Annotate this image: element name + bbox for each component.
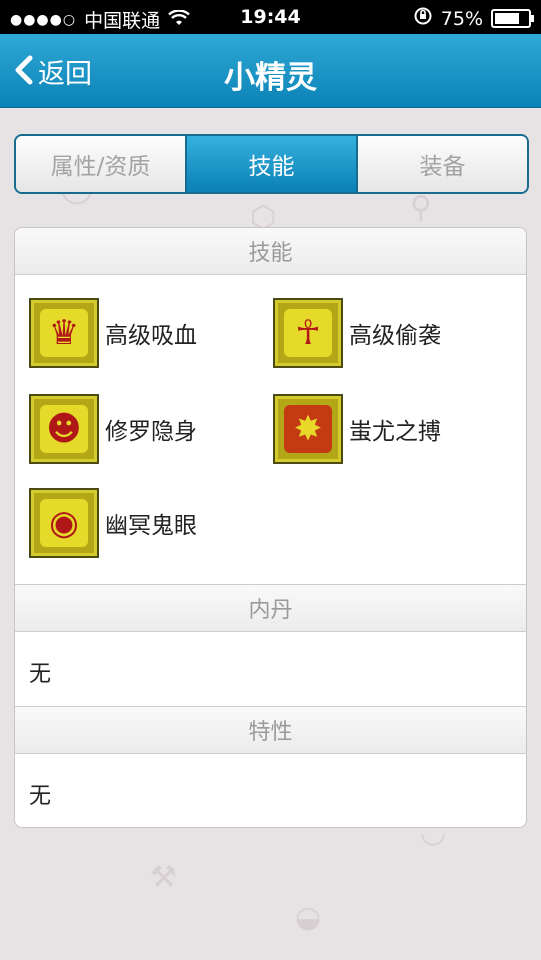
sneak-figure-icon: ☥ — [273, 298, 343, 368]
neidan-value: 无 — [29, 662, 52, 687]
skill-item[interactable]: ☻ 修罗隐身 — [29, 394, 197, 464]
battery-percent: 75% — [440, 7, 483, 30]
skill-name: 蚩尤之搏 — [349, 419, 441, 445]
tab-skills[interactable]: 技能 — [185, 136, 356, 192]
skills-section-header: 技能 — [15, 228, 526, 275]
trait-section-header: 特性 — [15, 706, 526, 754]
skill-name: 高级偷袭 — [349, 323, 441, 349]
skill-name: 幽冥鬼眼 — [105, 513, 197, 539]
battery-icon — [491, 9, 534, 28]
demon-face-icon: ☻ — [29, 394, 99, 464]
skill-item[interactable]: ☥ 高级偷袭 — [273, 298, 441, 368]
skill-name: 高级吸血 — [105, 323, 197, 349]
status-bar: ●●●●○ 中国联通 19:44 75% — [0, 0, 541, 34]
fang-icon: ♛ — [29, 298, 99, 368]
navigation-bar: 返回 小精灵 — [0, 34, 541, 108]
detail-card: 技能 ♛ 高级吸血 ☥ 高级偷袭 ☻ 修罗隐身 ✸ 蚩尤之搏 ◉ 幽冥鬼眼 内丹… — [14, 227, 527, 828]
tab-attributes[interactable]: 属性/资质 — [16, 136, 185, 192]
skill-name: 修罗隐身 — [105, 419, 197, 445]
rotation-lock-icon — [413, 6, 433, 31]
background-doodle: ⚒ — [150, 860, 177, 895]
eye-icon: ◉ — [29, 488, 99, 558]
background-doodle: ⚲ — [410, 190, 432, 225]
page-title: 小精灵 — [224, 60, 317, 96]
skill-item[interactable]: ♛ 高级吸血 — [29, 298, 197, 368]
tab-equipment[interactable]: 装备 — [356, 136, 527, 192]
skill-item[interactable]: ✸ 蚩尤之搏 — [273, 394, 441, 464]
neidan-section-header: 内丹 — [15, 584, 526, 632]
skill-item[interactable]: ◉ 幽冥鬼眼 — [29, 488, 197, 558]
background-doodle: ◒ — [295, 900, 322, 935]
claw-strike-icon: ✸ — [273, 394, 343, 464]
segmented-tabs: 属性/资质 技能 装备 — [14, 134, 529, 194]
trait-value: 无 — [29, 784, 52, 809]
